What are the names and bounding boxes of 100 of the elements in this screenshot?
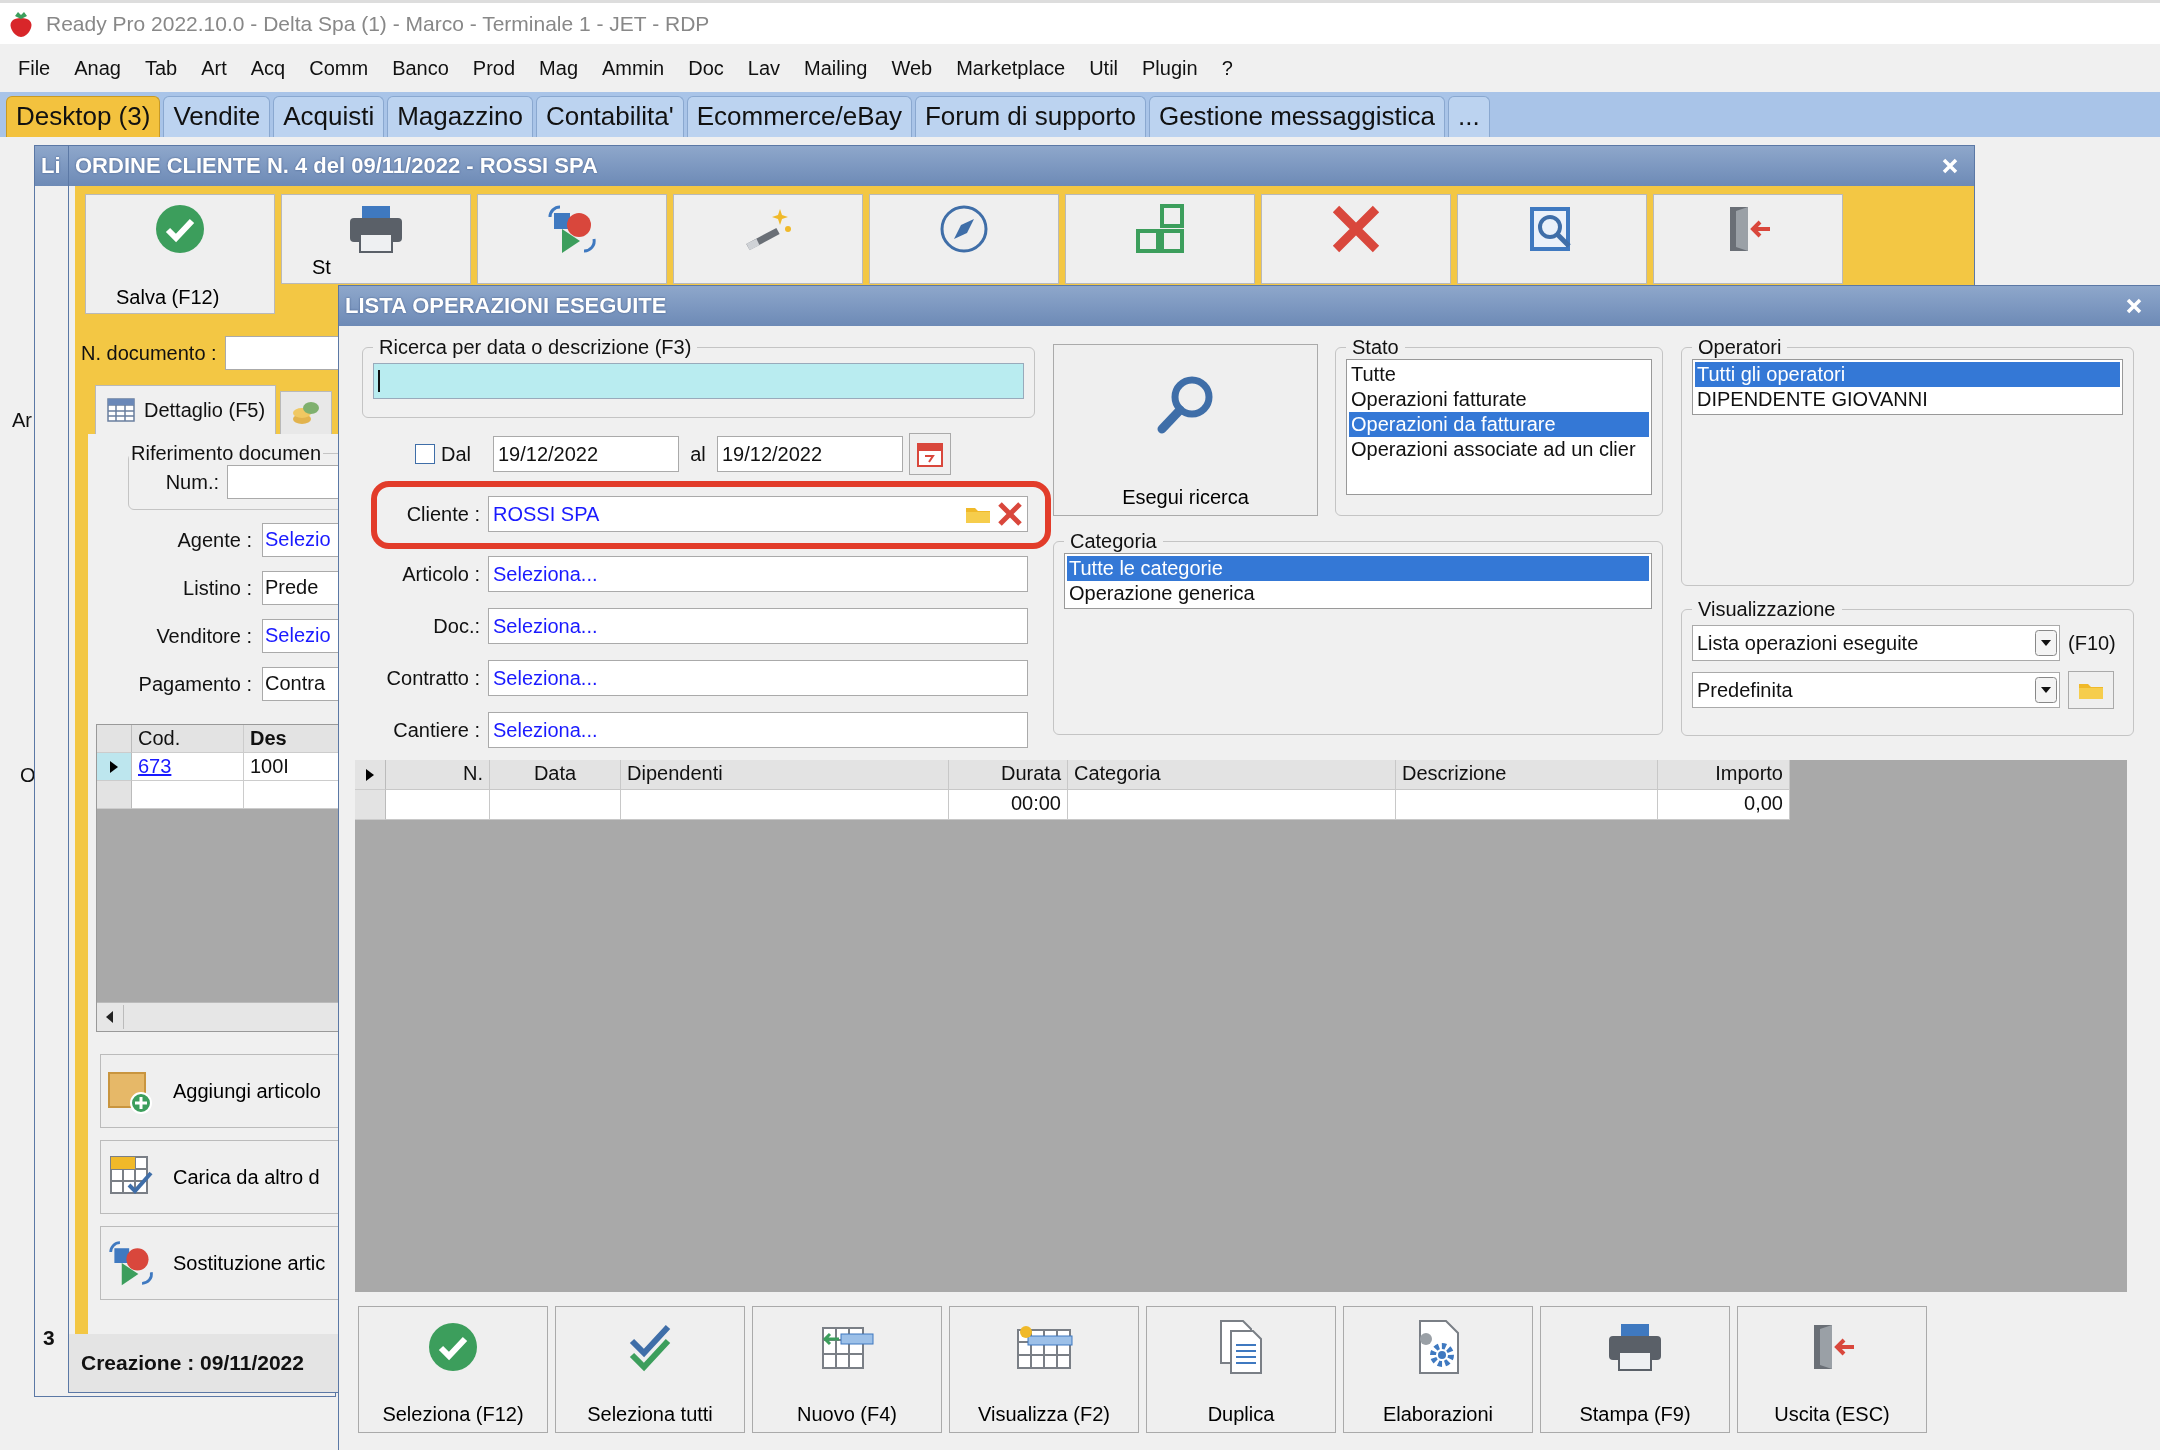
menu-item[interactable]: Comm: [297, 52, 381, 84]
menu-item[interactable]: Doc: [676, 52, 736, 84]
field-label: Pagamento :: [137, 672, 253, 696]
search-field[interactable]: [373, 363, 1024, 399]
tab[interactable]: Vendite: [163, 96, 271, 137]
tab[interactable]: Acquisti: [273, 96, 385, 137]
list-item[interactable]: Tutte le categorie: [1067, 556, 1649, 581]
menu-item[interactable]: Ammin: [590, 52, 677, 84]
checkbox[interactable]: [415, 444, 435, 464]
table-cell: 0,00: [1658, 790, 1790, 820]
field-label: Listino :: [182, 576, 253, 600]
field-label: Num.:: [164, 470, 220, 494]
action-button[interactable]: Visualizza (F2): [949, 1306, 1139, 1433]
list-item[interactable]: Operazioni associate ad un clier: [1349, 437, 1649, 462]
column-header[interactable]: Durata: [949, 760, 1068, 790]
tab[interactable]: Dettaglio (F5): [95, 385, 277, 434]
menu-item[interactable]: Acq: [238, 52, 298, 84]
menu-item[interactable]: Prod: [460, 52, 528, 84]
squares-icon: [1134, 203, 1186, 255]
tab[interactable]: ...: [1447, 96, 1490, 137]
select-field[interactable]: Seleziona...: [488, 556, 1028, 592]
tab[interactable]: Magazzino: [387, 96, 533, 137]
field-label: Contratto :: [385, 666, 481, 690]
calendar-button[interactable]: [909, 433, 951, 475]
tab[interactable]: [280, 391, 333, 434]
close-icon[interactable]: [1940, 156, 1960, 176]
cross-icon: [1330, 203, 1382, 255]
group-title: Operatori: [1697, 336, 1783, 359]
view-dropdown[interactable]: Lista operazioni eseguite: [1692, 625, 2060, 661]
client-field[interactable]: ROSSI SPA: [488, 496, 1028, 532]
list-item[interactable]: Operazione generica: [1067, 581, 1649, 606]
action-button[interactable]: Seleziona tutti: [555, 1306, 745, 1433]
column-header[interactable]: Descrizione: [1396, 760, 1658, 790]
menu-item[interactable]: Mag: [527, 52, 590, 84]
date-field[interactable]: 19/12/2022: [493, 436, 679, 472]
action-button[interactable]: Seleziona (F12): [358, 1306, 548, 1433]
menu-item[interactable]: Banco: [380, 52, 461, 84]
layout-dropdown[interactable]: Predefinita: [1692, 672, 2060, 708]
menu-item[interactable]: Web: [879, 52, 945, 84]
status-text: Creazione : 09/11/2022: [81, 1351, 304, 1375]
column-header[interactable]: Data: [490, 760, 621, 790]
table-cell[interactable]: 673: [132, 753, 244, 781]
column-header[interactable]: Categoria: [1068, 760, 1396, 790]
window-title: Li: [41, 153, 61, 179]
toolbar-button[interactable]: [477, 194, 667, 284]
menu-item[interactable]: Util: [1077, 52, 1130, 84]
column-header[interactable]: N.: [386, 760, 490, 790]
action-button[interactable]: Uscita (ESC): [1737, 1306, 1927, 1433]
menu-item[interactable]: Tab: [132, 52, 190, 84]
tab[interactable]: Desktop (3): [6, 96, 161, 137]
list-item[interactable]: Tutte: [1349, 362, 1649, 387]
clear-icon[interactable]: [997, 501, 1023, 527]
window-title: Ready Pro 2022.10.0 - Delta Spa (1) - Marco - Terminale 1 - JET - RDP: [46, 11, 710, 36]
action-button[interactable]: Nuovo (F4): [752, 1306, 942, 1433]
action-button[interactable]: Stampa (F9): [1540, 1306, 1730, 1433]
menu-item[interactable]: Art: [189, 52, 239, 84]
select-field[interactable]: Seleziona...: [488, 660, 1028, 696]
list-item[interactable]: DIPENDENTE GIOVANNI: [1695, 387, 2120, 412]
tab[interactable]: Ecommerce/eBay: [686, 96, 912, 137]
menu-item[interactable]: Anag: [62, 52, 133, 84]
menu-item[interactable]: ?: [1209, 52, 1245, 84]
shortcut-label: (F10): [2068, 631, 2116, 655]
toolbar-button[interactable]: [1261, 194, 1451, 284]
row-pointer-icon: [365, 767, 375, 782]
field-label: al: [689, 442, 707, 466]
group-title: Stato: [1351, 336, 1400, 359]
row-pointer-icon: [109, 759, 119, 774]
column-header[interactable]: Importo: [1658, 760, 1790, 790]
column-header[interactable]: Dipendenti: [621, 760, 949, 790]
menu-item[interactable]: File: [6, 52, 63, 84]
table-cell: 00:00: [949, 790, 1068, 820]
toolbar-button[interactable]: [869, 194, 1059, 284]
group-title: Visualizzazione: [1697, 598, 1837, 621]
date-field[interactable]: 19/12/2022: [717, 436, 903, 472]
folder-button[interactable]: [2068, 671, 2114, 709]
toolbar-button[interactable]: St: [281, 194, 471, 284]
action-button[interactable]: Elaborazioni: [1343, 1306, 1533, 1433]
list-item[interactable]: Operazioni da fatturare: [1349, 412, 1649, 437]
shapes-arrows-icon: [546, 203, 598, 255]
close-icon[interactable]: [2124, 296, 2144, 316]
tab[interactable]: Forum di supporto: [914, 96, 1146, 137]
list-item[interactable]: Tutti gli operatori: [1695, 362, 2120, 387]
select-field[interactable]: Seleziona...: [488, 608, 1028, 644]
compass-icon: [938, 203, 990, 255]
field-label: Venditore :: [155, 624, 253, 648]
menu-item[interactable]: Lav: [735, 52, 793, 84]
search-button[interactable]: Esegui ricerca: [1053, 344, 1318, 516]
tab[interactable]: Contabilita': [535, 96, 684, 137]
list-item[interactable]: Operazioni fatturate: [1349, 387, 1649, 412]
menu-item[interactable]: Mailing: [792, 52, 880, 84]
select-field[interactable]: Seleziona...: [488, 712, 1028, 748]
menu-item[interactable]: Plugin: [1130, 52, 1210, 84]
tab[interactable]: Gestione messaggistica: [1148, 96, 1445, 137]
toolbar-button[interactable]: [1653, 194, 1843, 284]
toolbar-button[interactable]: [1065, 194, 1255, 284]
menu-item[interactable]: Marketplace: [944, 52, 1078, 84]
toolbar-button[interactable]: [1457, 194, 1647, 284]
checkbox-label: Dal: [441, 442, 472, 466]
toolbar-button[interactable]: Salva (F12): [85, 194, 275, 314]
action-button[interactable]: Duplica: [1146, 1306, 1336, 1433]
